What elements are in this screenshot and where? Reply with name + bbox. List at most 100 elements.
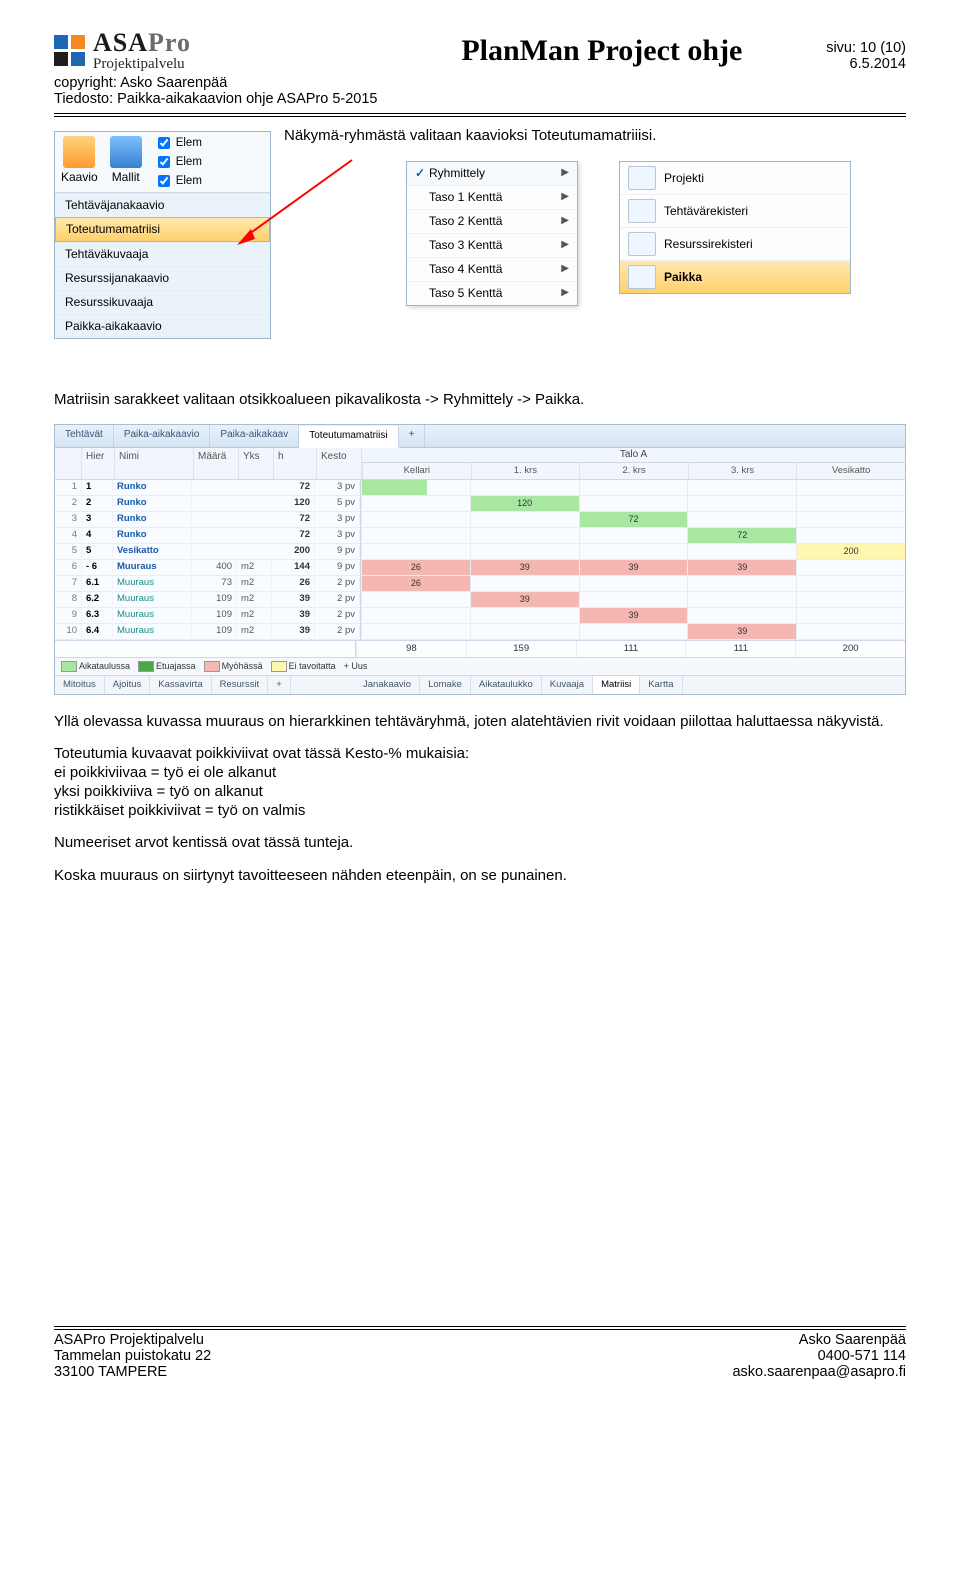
legend-item: Etuajassa — [138, 661, 196, 672]
resources-icon — [628, 232, 656, 256]
para-4: Koska muuraus on siirtynyt tavoitteeseen… — [54, 867, 906, 886]
logo-icon — [54, 35, 85, 66]
tasks-icon — [628, 199, 656, 223]
kaavio-button[interactable]: Kaavio — [55, 132, 104, 189]
table-row[interactable]: 106.4Muuraus109m2392 pv — [55, 624, 360, 640]
view-item-3[interactable]: Resurssijanakaavio — [55, 266, 270, 290]
ribbon-checkboxes: Elem Elem Elem — [148, 132, 208, 192]
para-2a: Toteutumia kuvaavat poikkiviivat ovat tä… — [54, 745, 906, 764]
table-row-cells: 72 — [361, 528, 905, 544]
registry-item-2[interactable]: Resurssirekisteri — [620, 227, 850, 260]
para-1: Yllä olevassa kuvassa muuraus on hierark… — [54, 713, 906, 732]
footer-address: Tammelan puistokatu 22 — [54, 1348, 211, 1364]
view-item-0[interactable]: Tehtäväjanakaavio — [55, 193, 270, 217]
footer-email: asko.saarenpaa@asapro.fi — [732, 1364, 906, 1380]
table-row[interactable]: 6- 6Muuraus400m21449 pv — [55, 560, 360, 576]
table-row-cells — [361, 480, 905, 496]
footer-author: Asko Saarenpää — [732, 1332, 906, 1348]
table-row-cells: 72 — [361, 512, 905, 528]
figure-ribbon-menus: Kaavio Mallit Elem Elem Elem Tehtäväjana… — [54, 131, 906, 391]
legend-extra[interactable]: + Uus — [344, 661, 368, 672]
top-tab-3[interactable]: Toteutumamatriisi — [299, 426, 398, 449]
file-path: Tiedosto: Paikka-aikakaavion ohje ASAPro… — [54, 91, 378, 107]
popup-item-4[interactable]: Taso 4 Kenttä▶ — [407, 257, 577, 281]
footer-divider — [54, 1326, 906, 1330]
bottom-left-tab-2[interactable]: Kassavirta — [150, 676, 211, 694]
page-number: sivu: 10 (10) — [826, 40, 906, 56]
registry-item-3[interactable]: Paikka — [620, 260, 850, 293]
col-header: Vesikatto — [796, 463, 905, 479]
ribbon-check-1[interactable]: Elem — [154, 134, 202, 152]
table-row-cells: 39 — [361, 608, 905, 624]
popup-item-5[interactable]: Taso 5 Kenttä▶ — [407, 281, 577, 305]
top-tab-0[interactable]: Tehtävät — [55, 425, 114, 448]
bottom-right-tab-0[interactable]: Janakaavio — [355, 676, 420, 694]
ribbon-check-3[interactable]: Elem — [154, 172, 202, 190]
table-row-cells: 39 — [361, 592, 905, 608]
table-row-cells: 26 — [361, 576, 905, 592]
bottom-left-tab-0[interactable]: Mitoitus — [55, 676, 105, 694]
col-header: 2. krs — [579, 463, 688, 479]
table-row-cells: 26393939 — [361, 560, 905, 576]
mallit-button[interactable]: Mallit — [104, 132, 148, 189]
view-item-5[interactable]: Paikka-aikakaavio — [55, 314, 270, 338]
registry-item-1[interactable]: Tehtävärekisteri — [620, 194, 850, 227]
para-2b: ei poikkiviivaa = työ ei ole alkanut — [54, 764, 906, 783]
col-header: 1. krs — [471, 463, 580, 479]
table-row-cells: 120 — [361, 496, 905, 512]
view-item-2[interactable]: Tehtäväkuvaaja — [55, 242, 270, 266]
popup-item-3[interactable]: Taso 3 Kenttä▶ — [407, 233, 577, 257]
table-row[interactable]: 55Vesikatto2009 pv — [55, 544, 360, 560]
table-row[interactable]: 76.1Muuraus73m2262 pv — [55, 576, 360, 592]
project-icon — [628, 166, 656, 190]
popup-item-2[interactable]: Taso 2 Kenttä▶ — [407, 209, 577, 233]
left-headers: Hier Nimi Määrä Yks h Kesto — [55, 448, 362, 479]
table-row[interactable]: 33Runko723 pv — [55, 512, 360, 528]
para-2c: yksi poikkiviiva = työ on alkanut — [54, 783, 906, 802]
col-header: Kellari — [362, 463, 471, 479]
footer-company: ASAPro Projektipalvelu — [54, 1332, 211, 1348]
table-row[interactable]: 96.3Muuraus109m2392 pv — [55, 608, 360, 624]
bottom-right-tab-5[interactable]: Kartta — [640, 676, 682, 694]
legend-item: Myöhässä — [204, 661, 263, 672]
bottom-right-tab-2[interactable]: Aikataulukko — [471, 676, 542, 694]
popup-item-1[interactable]: Taso 1 Kenttä▶ — [407, 185, 577, 209]
grouping-popup: ✓Ryhmittely▶Taso 1 Kenttä▶Taso 2 Kenttä▶… — [406, 161, 578, 306]
group-header: Talo A — [362, 448, 905, 463]
ribbon-check-2[interactable]: Elem — [154, 153, 202, 171]
templates-icon — [110, 136, 142, 168]
divider — [54, 113, 906, 117]
footer-phone: 0400-571 114 — [732, 1348, 906, 1364]
table-row-cells: 200 — [361, 544, 905, 560]
bottom-left-tab-1[interactable]: Ajoitus — [105, 676, 151, 694]
table-row[interactable]: 11Runko723 pv — [55, 480, 360, 496]
chart-icon — [63, 136, 95, 168]
bottom-right-tab-3[interactable]: Kuvaaja — [542, 676, 593, 694]
para-3: Numeeriset arvot kentissä ovat tässä tun… — [54, 834, 906, 853]
view-item-1[interactable]: Toteutumamatriisi — [55, 217, 270, 242]
popup-item-0[interactable]: ✓Ryhmittely▶ — [407, 162, 577, 185]
figure-matrix: TehtävätPaika-aikakaavioPaika-aikakaavTo… — [54, 424, 906, 695]
bottom-right-tab-4[interactable]: Matriisi — [593, 676, 640, 694]
table-row[interactable]: 86.2Muuraus109m2392 pv — [55, 592, 360, 608]
page-title: PlanMan Project ohje — [461, 34, 742, 68]
top-tab-1[interactable]: Paika-aikakaavio — [114, 425, 211, 448]
registry-item-0[interactable]: Projekti — [620, 162, 850, 194]
table-row[interactable]: 44Runko723 pv — [55, 528, 360, 544]
legend: AikataulussaEtuajassaMyöhässäEi tavoitat… — [55, 657, 905, 675]
bottom-right-tab-1[interactable]: Lomake — [420, 676, 471, 694]
bottom-left-tab-3[interactable]: Resurssit — [212, 676, 269, 694]
logo-main: ASA — [93, 28, 148, 57]
view-item-4[interactable]: Resurssikuvaaja — [55, 290, 270, 314]
bottom-left-tab-4[interactable]: + — [268, 676, 291, 694]
table-row-cells: 39 — [361, 624, 905, 640]
col-header: 3. krs — [688, 463, 797, 479]
para-columns: Matriisin sarakkeet valitaan otsikkoalue… — [54, 391, 906, 410]
logo-sub: Pro — [148, 28, 191, 57]
table-row[interactable]: 22Runko1205 pv — [55, 496, 360, 512]
ribbon-panel: Kaavio Mallit Elem Elem Elem Tehtäväjana… — [54, 131, 271, 339]
para-2d: ristikkäiset poikkiviivat = työ on valmi… — [54, 802, 906, 821]
top-tab-4[interactable]: + — [399, 425, 426, 448]
legend-item: Aikataulussa — [61, 661, 130, 672]
top-tab-2[interactable]: Paika-aikakaav — [210, 425, 299, 448]
